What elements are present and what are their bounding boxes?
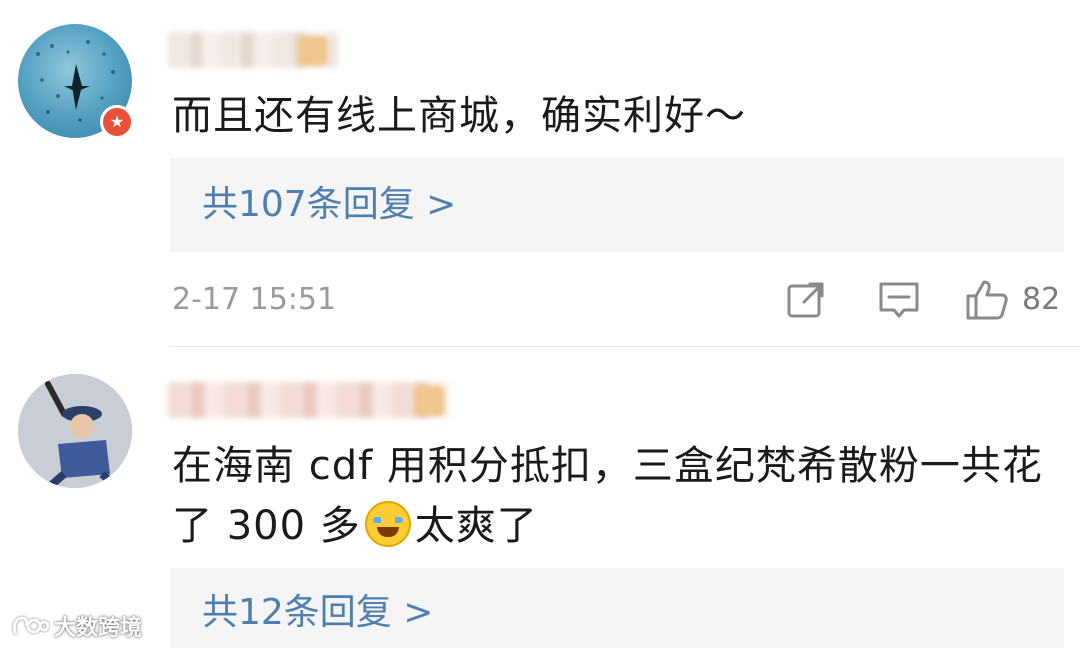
comment-text-part: 太爽了 xyxy=(414,503,538,549)
comment-icon xyxy=(879,282,919,318)
avatar[interactable] xyxy=(18,374,132,488)
thumbs-up-icon xyxy=(966,280,1008,320)
watermark-logo-icon xyxy=(12,616,50,635)
replies-panel[interactable]: 共107条回复 > xyxy=(170,158,1064,252)
comment-button[interactable] xyxy=(876,278,922,322)
verified-badge: ★ xyxy=(100,105,134,139)
view-replies-link[interactable]: 共107条回复 > xyxy=(202,182,456,228)
user-level-icon xyxy=(298,36,328,66)
share-button[interactable] xyxy=(784,278,828,322)
replies-panel[interactable]: 共12条回复 > xyxy=(170,568,1064,648)
like-count: 82 xyxy=(1022,282,1061,317)
laughing-crying-emoji-icon xyxy=(364,501,411,547)
star-icon: ★ xyxy=(109,112,125,131)
share-icon xyxy=(787,282,824,318)
comment-feed: ★ 而且还有线上商城，确实利好～ 共107条回复 > 2-17 15:51 82… xyxy=(0,0,1080,648)
username-redacted[interactable] xyxy=(168,382,448,418)
watermark-text: 大数跨境 xyxy=(54,616,143,641)
view-replies-link[interactable]: 共12条回复 > xyxy=(202,590,433,636)
divider xyxy=(170,346,1080,347)
user-level-icon xyxy=(414,386,444,416)
timestamp: 2-17 15:51 xyxy=(172,282,337,317)
avatar-image xyxy=(18,374,132,488)
comment-text-part: 在海南 cdf 用积分抵扣，三盒纪梵希散粉一共花了 300 多 xyxy=(172,443,1043,549)
like-button[interactable]: 82 xyxy=(964,278,1064,322)
comment-text: 而且还有线上商城，确实利好～ xyxy=(172,93,746,139)
comment-meta: 2-17 15:51 82 xyxy=(172,276,1064,326)
watermark: 大数跨境 xyxy=(10,608,142,644)
comment-text: 在海南 cdf 用积分抵扣，三盒纪梵希散粉一共花了 300 多太爽了 xyxy=(172,436,1052,556)
